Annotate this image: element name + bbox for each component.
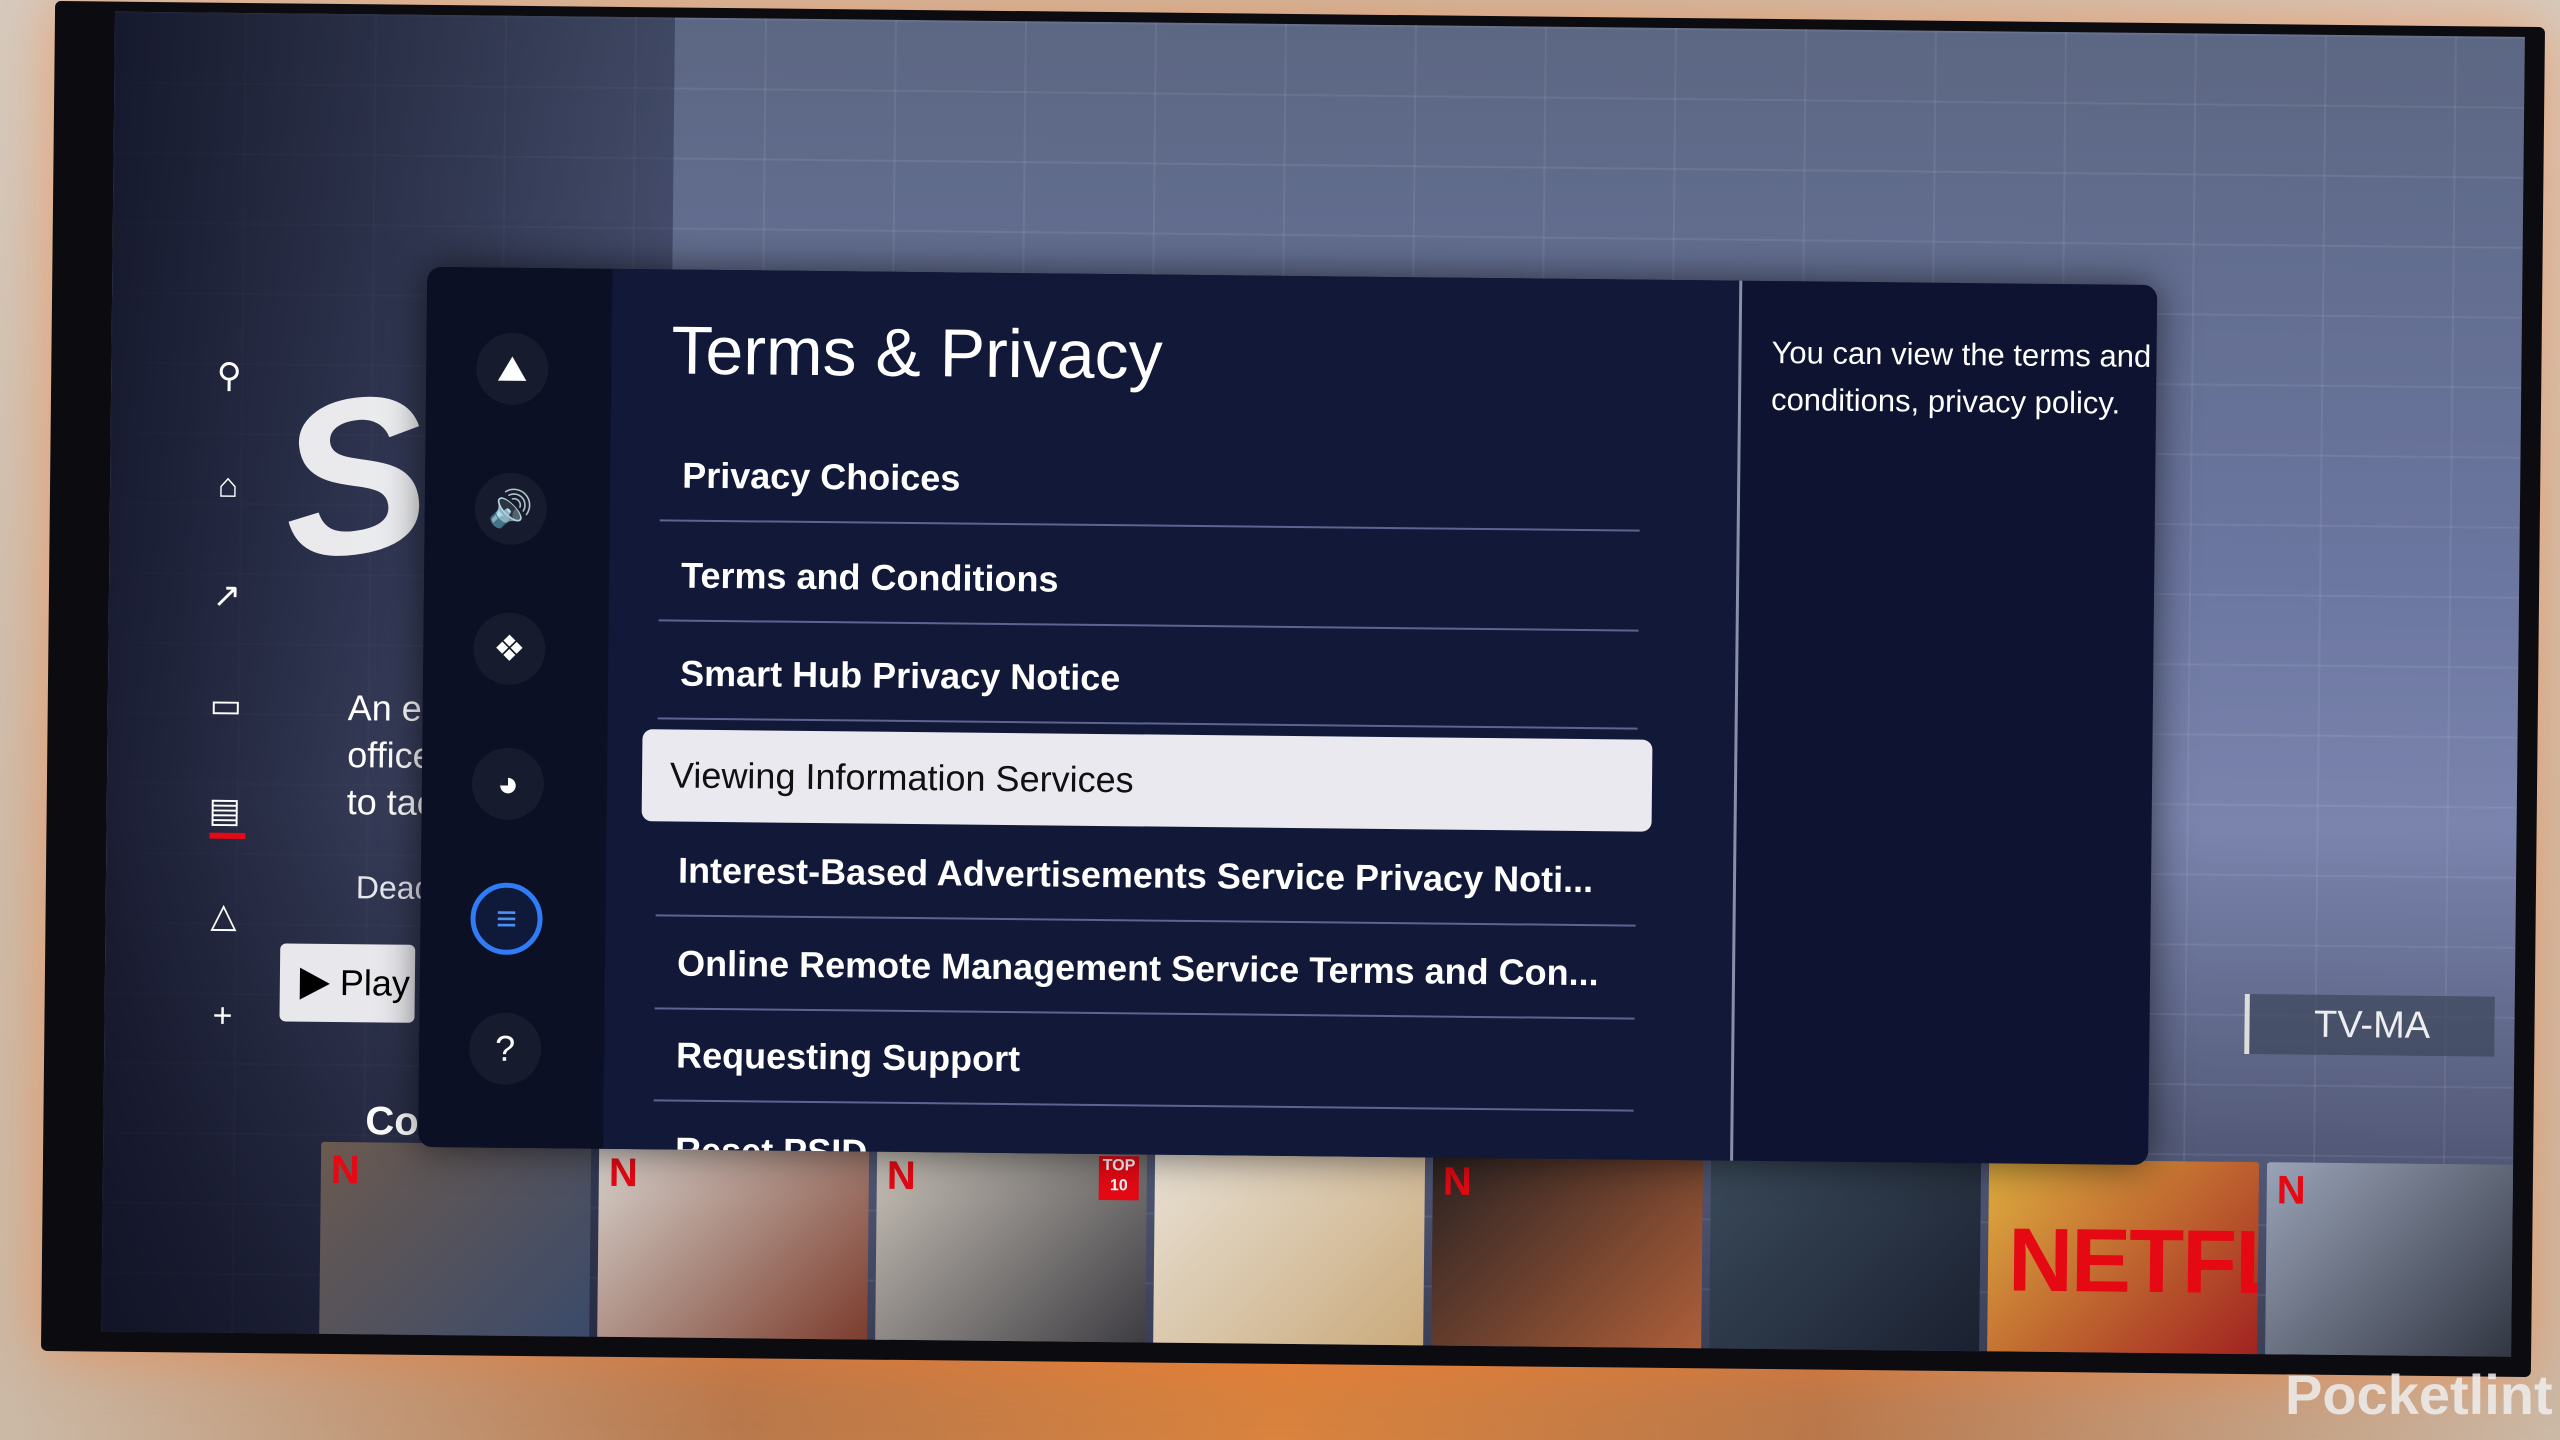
- item-description: You can view the terms and conditions, p…: [1770, 334, 2152, 421]
- thumbnail[interactable]: N TOP 10: [875, 1147, 1148, 1351]
- settings-category-column: ⛰ 🔊 ❖ ◕ ≡ ?: [418, 266, 613, 1149]
- play-icon: [299, 967, 331, 1000]
- watermark: Pocketlint: [2285, 1363, 2553, 1426]
- menu-item-viewing-information[interactable]: Viewing Information Services: [641, 729, 1653, 832]
- thumbnail[interactable]: NETFLIX: [1987, 1159, 2260, 1357]
- rating-badge: TV-MA: [2244, 993, 2495, 1057]
- broadcast-icon[interactable]: ◕: [471, 747, 545, 821]
- plus-icon[interactable]: +: [199, 993, 245, 1039]
- sound-icon[interactable]: 🔊: [474, 472, 548, 546]
- menu-item-interest-based-ads[interactable]: Interest-Based Advertisements Service Pr…: [655, 824, 1637, 927]
- thumbnail[interactable]: N: [319, 1141, 592, 1345]
- shapes-icon[interactable]: △: [200, 893, 246, 939]
- netflix-badge: N: [330, 1147, 361, 1193]
- tv-icon[interactable]: ▭: [203, 683, 249, 729]
- play-button[interactable]: Play: [279, 943, 416, 1023]
- page-title: Terms & Privacy: [671, 312, 1164, 394]
- trending-icon[interactable]: ↗: [204, 573, 250, 619]
- netflix-badge: N: [2276, 1168, 2306, 1213]
- tv-screen: Sr ⚲ ⌂ ↗ ▭ ▤ △ + An eccer officer te to …: [101, 11, 2525, 1357]
- picture-icon[interactable]: ⛰: [475, 332, 549, 406]
- search-icon[interactable]: ⚲: [206, 353, 252, 399]
- support-icon[interactable]: ?: [468, 1012, 542, 1086]
- tv-frame: Sr ⚲ ⌂ ↗ ▭ ▤ △ + An eccer officer te to …: [40, 0, 2546, 1378]
- thumbnail[interactable]: [1709, 1156, 1982, 1357]
- settings-panel: ⛰ 🔊 ❖ ◕ ≡ ? Terms & Privacy Privacy Choi…: [418, 266, 2158, 1165]
- netflix-badge: N: [608, 1150, 639, 1196]
- terms-privacy-list: Terms & Privacy Privacy Choices Terms an…: [603, 268, 1743, 1161]
- netflix-badge: N: [1442, 1159, 1472, 1204]
- thumbnail[interactable]: N: [1431, 1153, 1704, 1357]
- clapperboard-icon[interactable]: ▤: [201, 788, 247, 834]
- thumbnail[interactable]: [1153, 1150, 1426, 1354]
- top10-badge: TOP 10: [1098, 1155, 1140, 1201]
- netflix-logo: NETFLIX: [2007, 1210, 2260, 1315]
- menu-item-smart-hub-privacy[interactable]: Smart Hub Privacy Notice: [657, 627, 1639, 730]
- menu-item-requesting-support[interactable]: Requesting Support: [653, 1009, 1635, 1112]
- thumbnail[interactable]: N: [2265, 1162, 2525, 1357]
- menu-item-privacy-choices[interactable]: Privacy Choices: [659, 429, 1641, 532]
- home-icon[interactable]: ⌂: [205, 463, 251, 509]
- connection-icon[interactable]: ❖: [473, 612, 546, 686]
- play-label: Play: [339, 962, 411, 1004]
- general-privacy-icon[interactable]: ≡: [470, 882, 543, 956]
- thumbnail-row: N N N TOP 10 N NETFLIX N: [319, 1141, 2525, 1357]
- menu-item-online-remote-management[interactable]: Online Remote Management Service Terms a…: [654, 917, 1636, 1020]
- thumbnail[interactable]: N: [597, 1144, 870, 1348]
- netflix-badge: N: [886, 1153, 916, 1199]
- menu-item-terms-conditions[interactable]: Terms and Conditions: [658, 529, 1640, 632]
